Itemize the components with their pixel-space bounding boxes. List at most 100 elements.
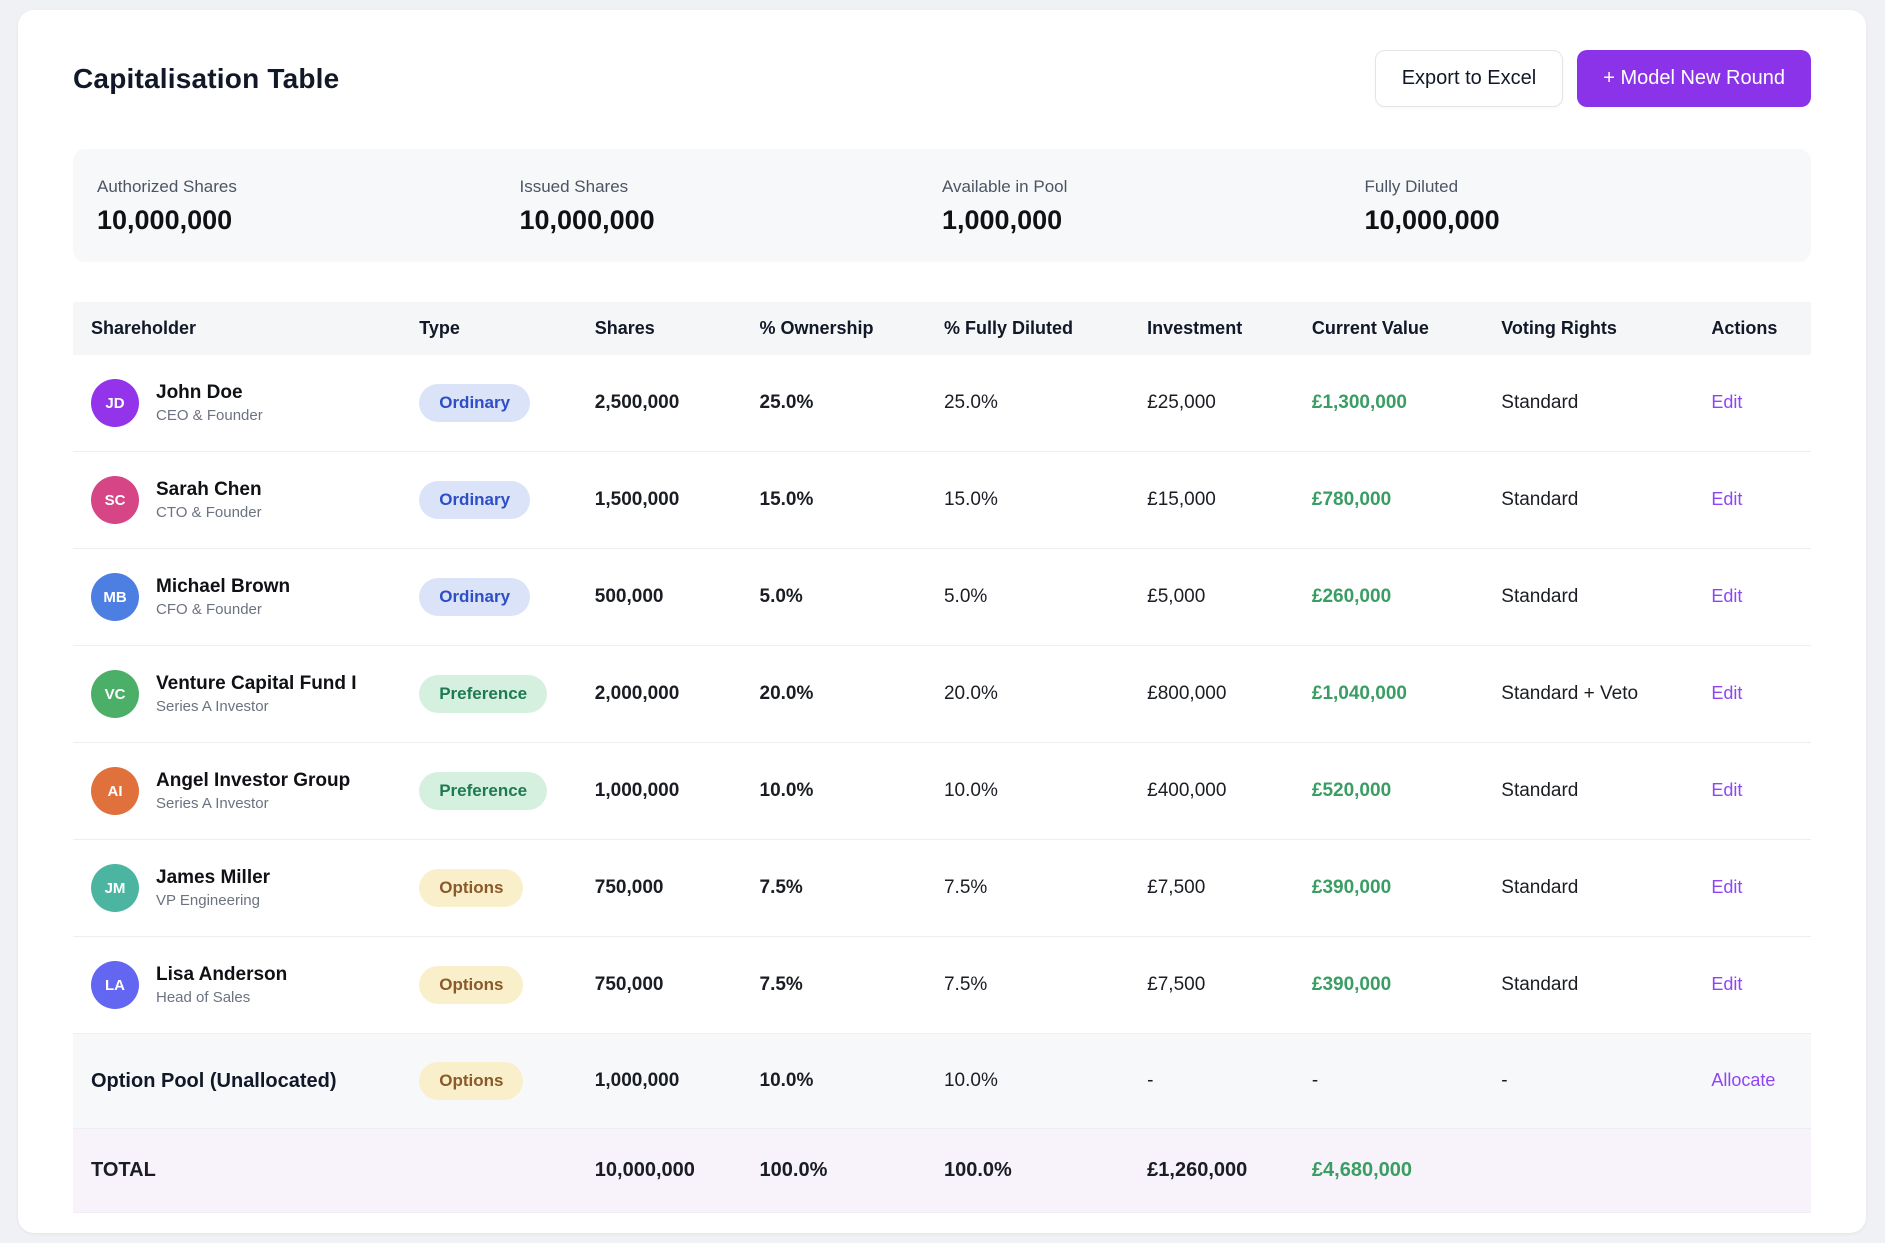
shareholder-identity: Sarah Chen CTO & Founder [156, 478, 262, 522]
page-title: Capitalisation Table [73, 63, 339, 95]
shareholder-identity: Angel Investor Group Series A Investor [156, 769, 350, 813]
stat-label: Fully Diluted [1365, 177, 1788, 197]
shareholder-cell: JM James Miller VP Engineering [73, 864, 419, 912]
current-value-cell: £780,000 [1312, 489, 1501, 511]
shares-cell: 1,500,000 [595, 489, 760, 511]
allocate-link[interactable]: Allocate [1711, 1070, 1775, 1090]
type-cell: Options [419, 869, 595, 907]
ownership-cell: 7.5% [760, 974, 944, 996]
total-row: TOTAL 10,000,000 100.0% 100.0% £1,260,00… [73, 1129, 1811, 1213]
ownership-cell: 25.0% [760, 392, 944, 414]
fully-diluted-cell: 10.0% [944, 780, 1147, 802]
column-header-ownership: % Ownership [760, 318, 944, 339]
investment-cell: £7,500 [1147, 877, 1312, 899]
edit-link[interactable]: Edit [1711, 489, 1742, 509]
investment-cell: £15,000 [1147, 489, 1312, 511]
type-cell: Preference [419, 772, 595, 810]
shares-cell: 750,000 [595, 877, 760, 899]
fully-diluted-cell: 20.0% [944, 683, 1147, 705]
export-to-excel-button[interactable]: Export to Excel [1375, 50, 1564, 107]
shareholder-identity: John Doe CEO & Founder [156, 381, 263, 425]
shareholder-name: Venture Capital Fund I [156, 672, 357, 697]
type-cell: Ordinary [419, 384, 595, 422]
table-header-row: Shareholder Type Shares % Ownership % Fu… [73, 302, 1811, 355]
column-header-actions: Actions [1711, 318, 1811, 339]
current-value-cell: £390,000 [1312, 974, 1501, 996]
total-label: TOTAL [73, 1159, 419, 1182]
shareholder-role: CFO & Founder [156, 600, 290, 620]
current-value-cell: £260,000 [1312, 586, 1501, 608]
table-row: VC Venture Capital Fund I Series A Inves… [73, 646, 1811, 743]
table-row: SC Sarah Chen CTO & Founder Ordinary 1,5… [73, 452, 1811, 549]
stat-authorized-shares: Authorized Shares 10,000,000 [97, 177, 520, 236]
stat-available-in-pool: Available in Pool 1,000,000 [942, 177, 1365, 236]
shareholder-name: John Doe [156, 381, 263, 406]
current-value-cell: - [1312, 1070, 1501, 1092]
share-stats-strip: Authorized Shares 10,000,000 Issued Shar… [73, 149, 1811, 262]
actions-cell: Edit [1711, 586, 1811, 608]
shareholder-identity: James Miller VP Engineering [156, 866, 270, 910]
type-cell: Options [419, 966, 595, 1004]
shareholder-role: VP Engineering [156, 891, 270, 911]
shareholder-cell: VC Venture Capital Fund I Series A Inves… [73, 670, 419, 718]
header-actions: Export to Excel + Model New Round [1375, 50, 1811, 107]
stat-value: 1,000,000 [942, 205, 1365, 236]
ownership-cell: 7.5% [760, 877, 944, 899]
actions-cell: Edit [1711, 392, 1811, 414]
shareholder-name: Lisa Anderson [156, 963, 287, 988]
shares-cell: 10,000,000 [595, 1159, 760, 1182]
edit-link[interactable]: Edit [1711, 683, 1742, 703]
fully-diluted-cell: 25.0% [944, 392, 1147, 414]
shareholder-cell: SC Sarah Chen CTO & Founder [73, 476, 419, 524]
edit-link[interactable]: Edit [1711, 780, 1742, 800]
column-header-type: Type [419, 318, 595, 339]
pool-name: Option Pool (Unallocated) [73, 1070, 419, 1093]
voting-rights-cell: Standard [1501, 780, 1711, 802]
investment-cell: - [1147, 1070, 1312, 1092]
shareholder-role: CTO & Founder [156, 503, 262, 523]
type-cell: Preference [419, 675, 595, 713]
edit-link[interactable]: Edit [1711, 877, 1742, 897]
card-header: Capitalisation Table Export to Excel + M… [73, 50, 1811, 107]
shareholder-name: Michael Brown [156, 575, 290, 600]
shares-cell: 500,000 [595, 586, 760, 608]
voting-rights-cell: Standard [1501, 974, 1711, 996]
investment-cell: £25,000 [1147, 392, 1312, 414]
voting-rights-cell: Standard [1501, 392, 1711, 414]
shareholder-role: CEO & Founder [156, 406, 263, 426]
shareholder-role: Head of Sales [156, 988, 287, 1008]
table-row: JM James Miller VP Engineering Options 7… [73, 840, 1811, 937]
shareholder-name: James Miller [156, 866, 270, 891]
column-header-investment: Investment [1147, 318, 1312, 339]
shareholder-identity: Michael Brown CFO & Founder [156, 575, 290, 619]
fully-diluted-cell: 10.0% [944, 1070, 1147, 1092]
fully-diluted-cell: 7.5% [944, 974, 1147, 996]
shareholder-name: Sarah Chen [156, 478, 262, 503]
ownership-cell: 15.0% [760, 489, 944, 511]
edit-link[interactable]: Edit [1711, 586, 1742, 606]
fully-diluted-cell: 7.5% [944, 877, 1147, 899]
edit-link[interactable]: Edit [1711, 392, 1742, 412]
avatar: AI [91, 767, 139, 815]
ownership-cell: 20.0% [760, 683, 944, 705]
investment-cell: £400,000 [1147, 780, 1312, 802]
current-value-cell: £4,680,000 [1312, 1159, 1501, 1182]
stat-value: 10,000,000 [1365, 205, 1788, 236]
investment-cell: £7,500 [1147, 974, 1312, 996]
shareholder-identity: Lisa Anderson Head of Sales [156, 963, 287, 1007]
current-value-cell: £520,000 [1312, 780, 1501, 802]
shares-cell: 1,000,000 [595, 780, 760, 802]
type-badge: Ordinary [419, 578, 530, 616]
actions-cell: Edit [1711, 974, 1811, 996]
stat-value: 10,000,000 [97, 205, 520, 236]
stat-fully-diluted: Fully Diluted 10,000,000 [1365, 177, 1788, 236]
actions-cell: Allocate [1711, 1070, 1811, 1092]
stat-label: Available in Pool [942, 177, 1365, 197]
voting-rights-cell: Standard [1501, 877, 1711, 899]
table-row: MB Michael Brown CFO & Founder Ordinary … [73, 549, 1811, 646]
model-new-round-button[interactable]: + Model New Round [1577, 50, 1811, 107]
investment-cell: £800,000 [1147, 683, 1312, 705]
shares-cell: 1,000,000 [595, 1070, 760, 1092]
edit-link[interactable]: Edit [1711, 974, 1742, 994]
column-header-fully-diluted: % Fully Diluted [944, 318, 1147, 339]
